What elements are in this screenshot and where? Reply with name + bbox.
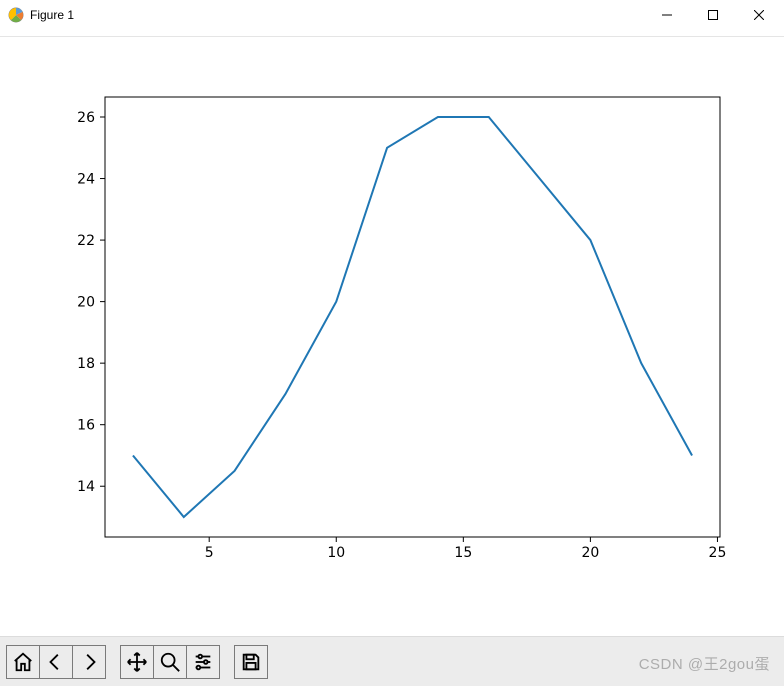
close-button[interactable]	[736, 0, 782, 30]
zoom-button[interactable]	[153, 645, 187, 679]
svg-text:24: 24	[77, 172, 95, 188]
svg-text:25: 25	[709, 545, 727, 561]
svg-text:20: 20	[581, 545, 599, 561]
minimize-button[interactable]	[644, 0, 690, 30]
watermark: CSDN @王2gou蛋	[639, 653, 770, 674]
pan-button[interactable]	[120, 645, 154, 679]
matplotlib-icon	[8, 7, 24, 23]
window-title: Figure 1	[30, 8, 74, 22]
home-button[interactable]	[6, 645, 40, 679]
line-chart: 5 10 15 20 25 14 16 18 20 22 24 26	[0, 37, 784, 597]
plot-area: 5 10 15 20 25 14 16 18 20 22 24 26	[0, 37, 784, 597]
forward-button[interactable]	[72, 645, 106, 679]
maximize-button[interactable]	[690, 0, 736, 30]
svg-text:26: 26	[77, 110, 95, 126]
svg-text:18: 18	[77, 356, 95, 372]
svg-text:16: 16	[77, 418, 95, 434]
svg-text:15: 15	[454, 545, 472, 561]
svg-text:14: 14	[77, 479, 95, 495]
matplotlib-toolbar: CSDN @王2gou蛋	[0, 636, 784, 686]
svg-text:10: 10	[327, 545, 345, 561]
configure-button[interactable]	[186, 645, 220, 679]
back-button[interactable]	[39, 645, 73, 679]
svg-text:22: 22	[77, 233, 95, 249]
save-button[interactable]	[234, 645, 268, 679]
svg-text:20: 20	[77, 295, 95, 311]
titlebar: Figure 1	[0, 0, 784, 30]
svg-text:5: 5	[205, 545, 214, 561]
